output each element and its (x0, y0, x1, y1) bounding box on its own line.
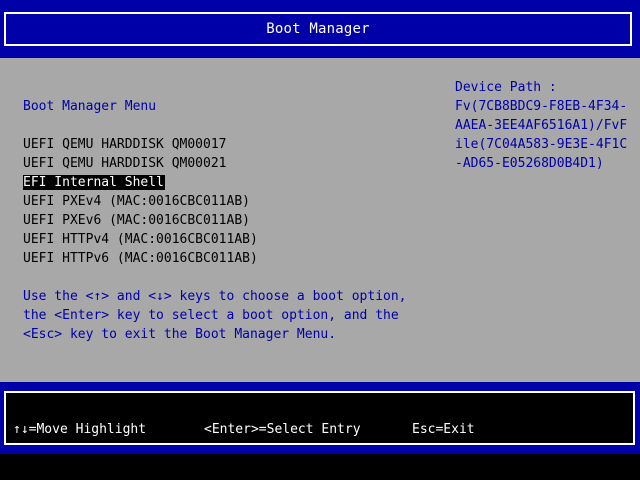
boot-option-httpv4[interactable]: UEFI HTTPv4 (MAC:0016CBC011AB) (23, 230, 259, 249)
boot-option-label: UEFI PXEv6 (MAC:0016CBC011AB) (23, 213, 250, 228)
device-path-line: AAEA-3EE4AF6516A1)/FvF (455, 118, 628, 133)
move-highlight-hint: ↑↓=Move Highlight (13, 422, 147, 437)
boot-option-label: UEFI QEMU HARDDISK QM00017 (23, 137, 227, 152)
boot-option-httpv6[interactable]: UEFI HTTPv6 (MAC:0016CBC011AB) (23, 249, 259, 268)
exit-hint: Esc=Exit (412, 422, 475, 437)
device-path-line: -AD65-E05268D0B4D1) (455, 156, 604, 171)
boot-option-pxev4[interactable]: UEFI PXEv4 (MAC:0016CBC011AB) (23, 192, 259, 211)
boot-option-label: UEFI QEMU HARDDISK QM00021 (23, 156, 227, 171)
device-path-line: ile(7C04A583-9E3E-4F1C (455, 137, 628, 152)
page-title: Boot Manager (266, 21, 370, 37)
title-frame: Boot Manager (4, 12, 632, 46)
help-line: <Esc> key to exit the Boot Manager Menu. (23, 327, 337, 342)
boot-option-label: EFI Internal Shell (23, 175, 165, 190)
title-bar: Boot Manager (0, 0, 640, 58)
device-path-panel: Device Path : Fv(7CB8BDC9-F8EB-4F34- AAE… (455, 78, 627, 173)
select-entry-hint: <Enter>=Select Entry (204, 422, 361, 437)
help-line: the <Enter> key to select a boot option,… (23, 308, 399, 323)
boot-option-label: UEFI HTTPv6 (MAC:0016CBC011AB) (23, 251, 258, 266)
main-panel: Boot Manager Menu UEFI QEMU HARDDISK QM0… (0, 58, 640, 382)
help-line: Use the <↑> and <↓> keys to choose a boo… (23, 289, 407, 304)
boot-option-label: UEFI PXEv4 (MAC:0016CBC011AB) (23, 194, 250, 209)
boot-option-pxev6[interactable]: UEFI PXEv6 (MAC:0016CBC011AB) (23, 211, 259, 230)
boot-option-label: UEFI HTTPv4 (MAC:0016CBC011AB) (23, 232, 258, 247)
menu-title: Boot Manager Menu (23, 99, 157, 114)
help-text: Use the <↑> and <↓> keys to choose a boo… (23, 287, 407, 344)
boot-manager-screen: Boot Manager Boot Manager Menu UEFI QEMU… (0, 0, 640, 480)
boot-option-qemu-harddisk-qm00017[interactable]: UEFI QEMU HARDDISK QM00017 (23, 135, 259, 154)
device-path-label: Device Path : (455, 80, 557, 95)
boot-option-list: UEFI QEMU HARDDISK QM00017 UEFI QEMU HAR… (23, 135, 259, 268)
boot-option-efi-internal-shell[interactable]: EFI Internal Shell (23, 173, 259, 192)
boot-option-qemu-harddisk-qm00021[interactable]: UEFI QEMU HARDDISK QM00021 (23, 154, 259, 173)
device-path-line: Fv(7CB8BDC9-F8EB-4F34- (455, 99, 628, 114)
